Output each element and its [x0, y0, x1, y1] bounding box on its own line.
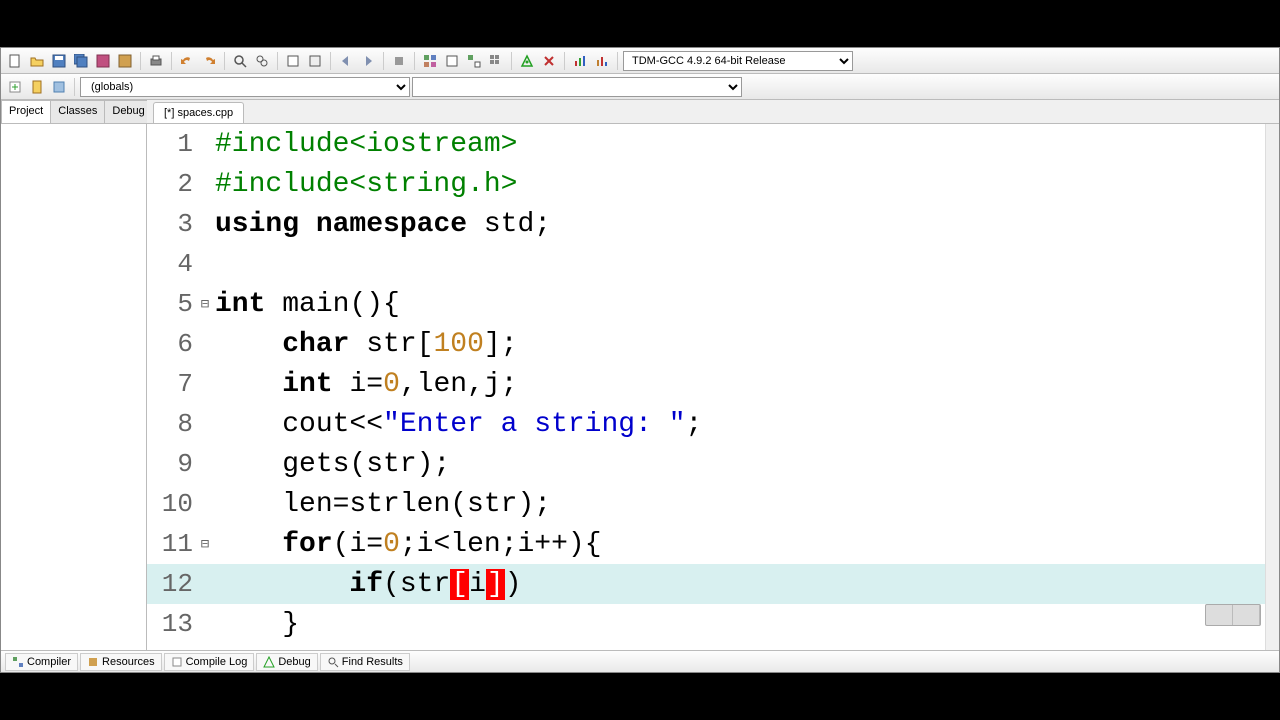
goto-button[interactable] [49, 77, 69, 97]
forward-button[interactable] [358, 51, 378, 71]
tab-compiler[interactable]: Compiler [5, 653, 78, 671]
save-all-button[interactable] [71, 51, 91, 71]
search-icon [327, 656, 339, 668]
close-button[interactable] [115, 51, 135, 71]
code-editor[interactable]: 1#include<iostream> 2#include<string.h> … [147, 124, 1279, 650]
line-number: 13 [147, 609, 199, 639]
scope-toolbar: (globals) [1, 74, 1279, 100]
stop-debug-button[interactable] [539, 51, 559, 71]
toggle-bookmark-button[interactable] [283, 51, 303, 71]
compiler-icon [12, 656, 24, 668]
ide-window: TDM-GCC 4.9.2 64-bit Release (globals) P… [0, 47, 1280, 673]
scope-select[interactable]: (globals) [80, 77, 410, 97]
compile-button[interactable] [420, 51, 440, 71]
main-area: Project Classes Debug [*] spaces.cpp 1#i… [1, 100, 1279, 650]
resources-icon [87, 656, 99, 668]
compiler-select[interactable]: TDM-GCC 4.9.2 64-bit Release [623, 51, 853, 71]
save-button[interactable] [49, 51, 69, 71]
left-panel-tabs: Project Classes Debug [1, 100, 146, 124]
bracket-match-icon: [ [450, 569, 469, 600]
project-tree[interactable] [1, 124, 146, 650]
line-number: 5 [147, 289, 199, 319]
left-panel: Project Classes Debug [1, 100, 147, 650]
back-button[interactable] [336, 51, 356, 71]
redo-button[interactable] [199, 51, 219, 71]
line-number: 3 [147, 209, 199, 239]
insert-button[interactable] [5, 77, 25, 97]
line-number: 10 [147, 489, 199, 519]
profile-analysis-button[interactable] [592, 51, 612, 71]
tab-resources[interactable]: Resources [80, 653, 162, 671]
toggle-button[interactable] [27, 77, 47, 97]
tab-classes[interactable]: Classes [50, 100, 105, 123]
editor-zone: [*] spaces.cpp 1#include<iostream> 2#inc… [147, 100, 1279, 650]
fold-toggle-icon[interactable]: ⊟ [199, 296, 211, 313]
rebuild-button[interactable] [486, 51, 506, 71]
undo-button[interactable] [177, 51, 197, 71]
tab-debug[interactable]: Debug [104, 100, 152, 123]
line-number: 7 [147, 369, 199, 399]
item-select[interactable] [412, 77, 742, 97]
replace-button[interactable] [252, 51, 272, 71]
bottom-panel-tabs: Compiler Resources Compile Log Debug Fin… [1, 650, 1279, 672]
tab-compile-log[interactable]: Compile Log [164, 653, 255, 671]
debug-icon [263, 656, 275, 668]
profile-button[interactable] [570, 51, 590, 71]
debug-button[interactable] [517, 51, 537, 71]
run-button[interactable] [442, 51, 462, 71]
goto-bookmark-button[interactable] [305, 51, 325, 71]
open-file-button[interactable] [27, 51, 47, 71]
stop-button[interactable] [389, 51, 409, 71]
new-file-button[interactable] [5, 51, 25, 71]
line-number: 12 [147, 569, 199, 599]
tab-debug-bottom[interactable]: Debug [256, 653, 317, 671]
save-as-button[interactable] [93, 51, 113, 71]
line-number: 11 [147, 529, 199, 559]
line-number: 6 [147, 329, 199, 359]
file-tab-spaces[interactable]: [*] spaces.cpp [153, 102, 244, 123]
tab-project[interactable]: Project [1, 100, 51, 123]
line-number: 1 [147, 129, 199, 159]
vertical-scrollbar[interactable] [1265, 124, 1279, 650]
find-button[interactable] [230, 51, 250, 71]
tab-find-results[interactable]: Find Results [320, 653, 410, 671]
line-number: 4 [147, 249, 199, 279]
line-number: 9 [147, 449, 199, 479]
log-icon [171, 656, 183, 668]
floating-control[interactable] [1205, 604, 1261, 626]
bracket-match-icon: ] [486, 569, 505, 600]
line-number: 8 [147, 409, 199, 439]
fold-toggle-icon[interactable]: ⊟ [199, 536, 211, 553]
compile-run-button[interactable] [464, 51, 484, 71]
print-button[interactable] [146, 51, 166, 71]
file-tabs: [*] spaces.cpp [147, 100, 1279, 124]
main-toolbar: TDM-GCC 4.9.2 64-bit Release [1, 48, 1279, 74]
line-number: 2 [147, 169, 199, 199]
